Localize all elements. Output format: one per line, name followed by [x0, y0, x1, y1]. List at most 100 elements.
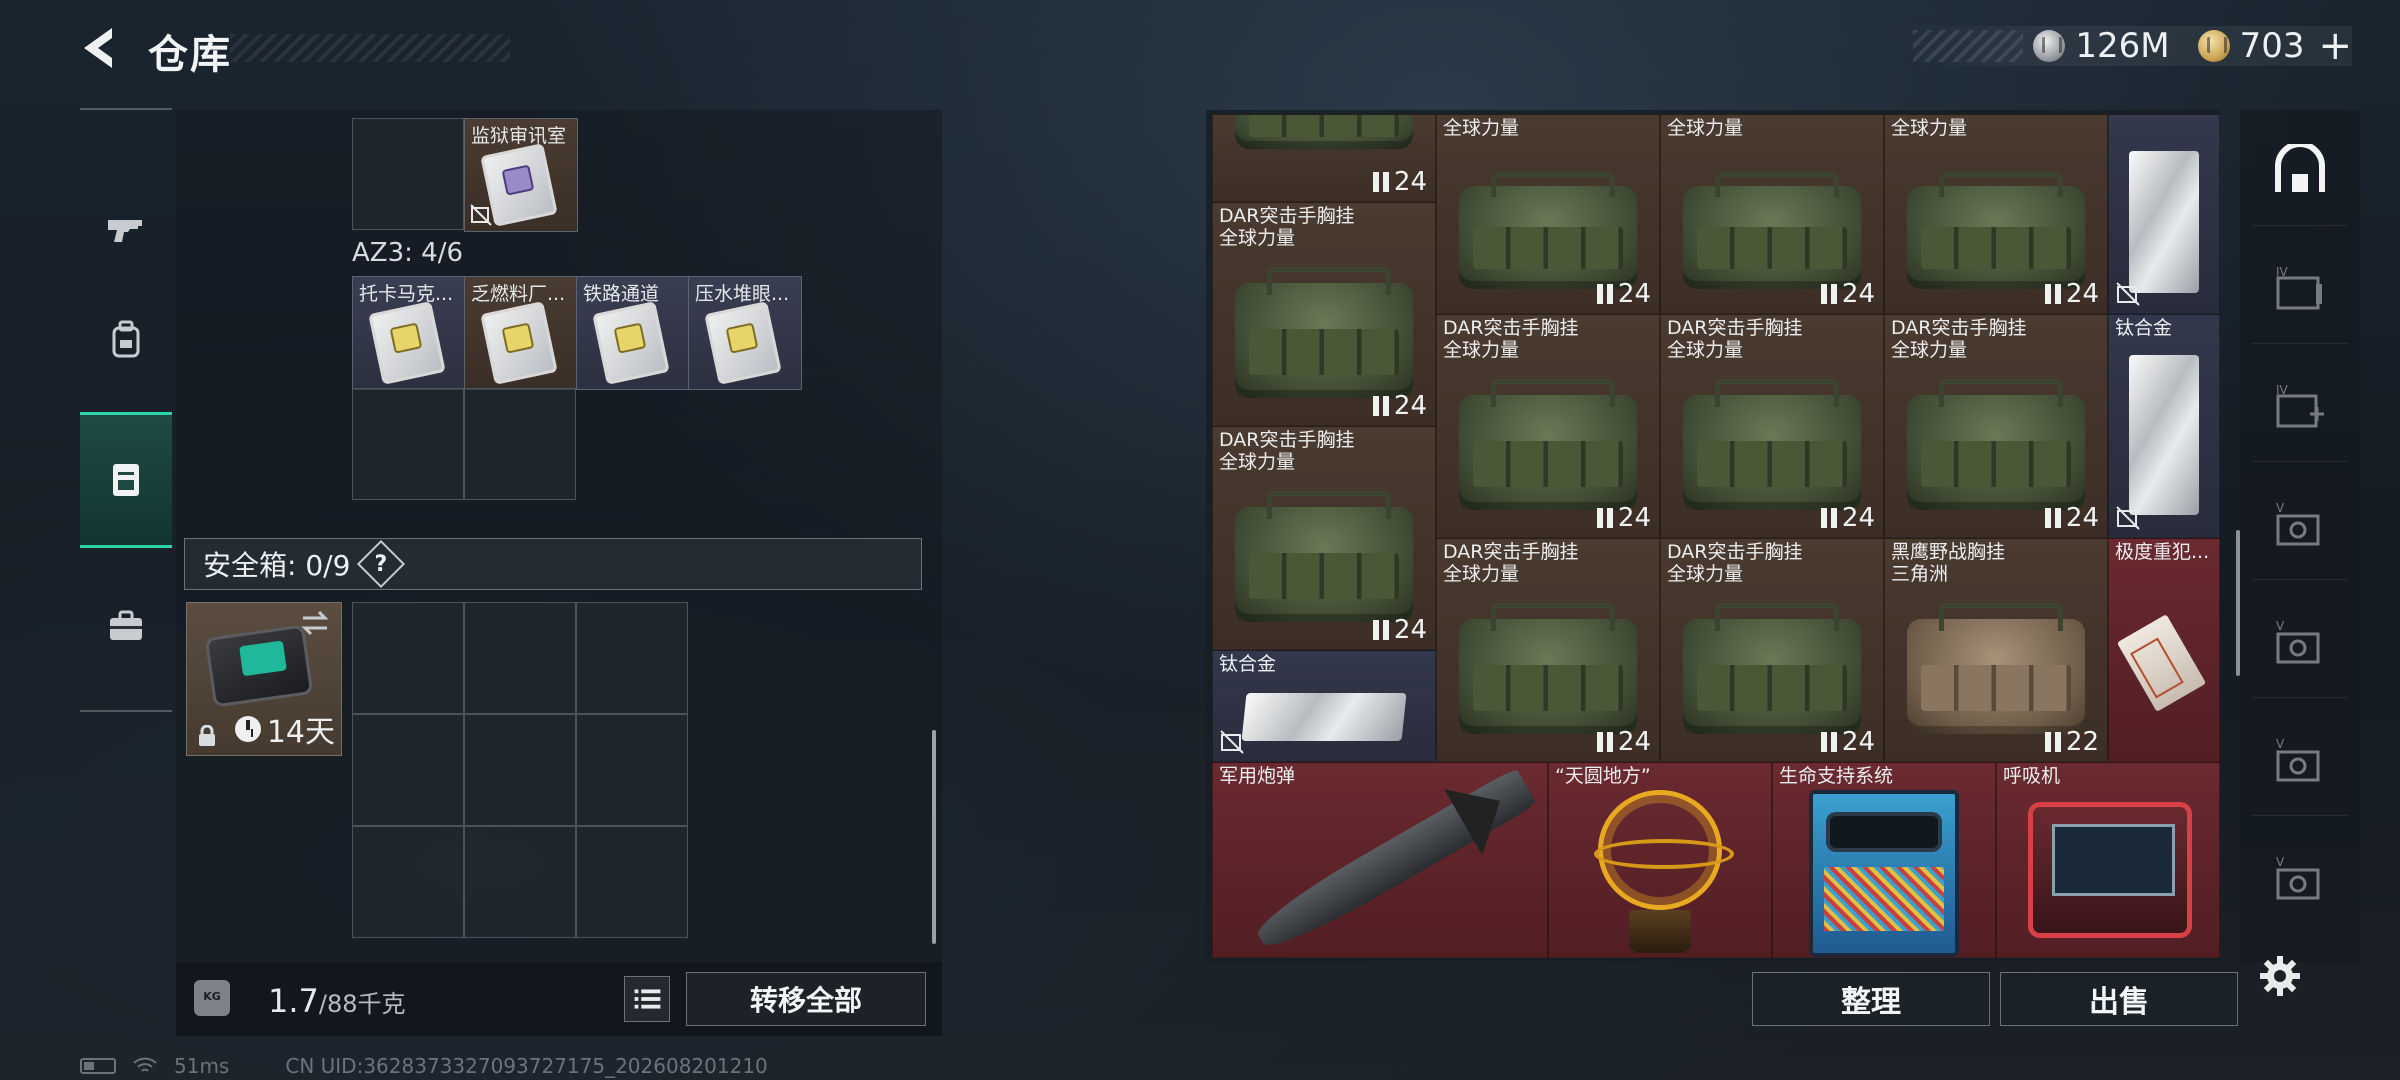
grid-slot[interactable] [352, 118, 464, 230]
life-support-image [1808, 790, 1960, 957]
left-nav [80, 108, 172, 712]
item-name: 全球力量 [1667, 117, 1744, 139]
title-decoration [230, 34, 510, 62]
keycard-slot-1[interactable]: 托卡马克... [352, 276, 466, 390]
item-cell[interactable]: DAR突击手胸挂 全球力量 24 [1436, 538, 1660, 762]
duration: 14天 [234, 707, 335, 751]
safe-grid-slot[interactable] [352, 714, 464, 826]
sell-button[interactable]: 出售 [2000, 972, 2238, 1026]
item-cell[interactable]: DAR突击手胸挂 全球力量 24 [1660, 538, 1884, 762]
grid-slot[interactable] [352, 388, 464, 500]
safe-grid-slot[interactable] [352, 602, 464, 714]
titanium-cell[interactable]: 钛合金 [1212, 650, 1436, 762]
grid-slot[interactable] [464, 388, 576, 500]
item-name: DAR突击手胸挂 全球力量 [1443, 317, 1579, 361]
item-cell[interactable]: 生命支持系统 [1772, 762, 1996, 958]
container-strip: IV IV V V V V [2240, 110, 2360, 962]
weight-max: /88千克 [318, 990, 406, 1018]
chest-rig-image [1459, 602, 1637, 735]
item-cell[interactable]: 24 [1212, 114, 1436, 202]
add-currency-button[interactable]: + [2318, 23, 2352, 69]
gear-icon[interactable] [2258, 954, 2302, 998]
help-button[interactable]: ? [357, 539, 406, 589]
item-name: 压水堆眼... [695, 283, 790, 305]
titanium-cell[interactable] [2108, 114, 2220, 314]
safe-grid-slot[interactable] [464, 826, 576, 938]
safe-grid-slot[interactable] [464, 714, 576, 826]
gold-coin-value: 703 [2239, 26, 2305, 66]
keycard-slot-4[interactable]: 压水堆眼... [688, 276, 802, 390]
list-view-button[interactable] [624, 976, 670, 1022]
item-cell[interactable]: 全球力量 24 [1884, 114, 2108, 314]
currency-decoration [1913, 30, 2024, 62]
item-count: 24 [2044, 279, 2099, 309]
no-insurance-icon [470, 204, 492, 226]
nav-backpack[interactable] [80, 272, 172, 408]
svg-text:V: V [2276, 737, 2285, 751]
strip-container-2[interactable]: IV [2252, 354, 2348, 462]
item-name: DAR突击手胸挂 全球力量 [1219, 429, 1355, 473]
item-cell[interactable]: 黑鹰野战胸挂 三角洲 22 [1884, 538, 2108, 762]
item-count: 24 [1596, 279, 1651, 309]
item-name: 极度重犯... [2115, 541, 2210, 563]
folder-iv-icon: IV [2276, 265, 2322, 309]
vest-icon [1596, 508, 1614, 528]
vest-icon [1820, 732, 1838, 752]
weight-current: 1.7 [268, 982, 319, 1020]
item-name: DAR突击手胸挂 全球力量 [1219, 205, 1355, 249]
strip-home[interactable] [2252, 118, 2348, 226]
backpack-icon [112, 320, 140, 358]
currency-bar: 126M 703 + [1913, 23, 2352, 69]
vest-icon [1372, 620, 1390, 640]
sort-button[interactable]: 整理 [1752, 972, 1990, 1026]
keycard-image [480, 301, 558, 385]
item-name: 钛合金 [2115, 317, 2173, 339]
uid-text: CN UID:3628373327093727175_202608201210 [285, 1054, 768, 1078]
vest-icon [1372, 396, 1390, 416]
item-cell[interactable]: DAR突击手胸挂 全球力量 24 [1436, 314, 1660, 538]
item-count: 24 [1820, 279, 1875, 309]
keycard-slot-2[interactable]: 乏燃料厂... [464, 276, 578, 390]
titanium-cell[interactable]: 钛合金 [2108, 314, 2220, 538]
safe-grid-slot[interactable] [576, 602, 688, 714]
strip-container-4[interactable]: V [2252, 590, 2348, 698]
safe-grid-slot[interactable] [576, 826, 688, 938]
item-cell[interactable]: DAR突击手胸挂 全球力量 24 [1884, 314, 2108, 538]
strip-container-1[interactable]: IV [2252, 236, 2348, 344]
keycard-image [368, 301, 446, 385]
svg-text:IV: IV [2276, 265, 2289, 279]
item-count: 24 [2044, 503, 2099, 533]
transfer-all-button[interactable]: 转移全部 [686, 972, 926, 1026]
item-name: 全球力量 [1891, 117, 1968, 139]
nav-equipment-case[interactable] [80, 558, 172, 694]
no-insurance-icon [2116, 506, 2140, 530]
item-cell[interactable]: DAR突击手胸挂 全球力量 24 [1212, 202, 1436, 426]
keycard-slot[interactable]: 监狱审讯室 [464, 118, 578, 232]
strip-container-3[interactable]: V [2252, 472, 2348, 580]
strip-container-6[interactable]: V [2252, 826, 2348, 934]
item-cell[interactable]: 军用炮弹 [1212, 762, 1548, 958]
vest-icon [1596, 732, 1614, 752]
item-cell[interactable]: “天圆地方” [1548, 762, 1772, 958]
item-cell[interactable]: 全球力量 24 [1660, 114, 1884, 314]
safe-grid-slot[interactable] [464, 602, 576, 714]
strip-container-5[interactable]: V [2252, 708, 2348, 816]
document-cell[interactable]: 极度重犯... [2108, 538, 2220, 762]
wifi-icon [133, 1057, 157, 1072]
safe-grid-slot[interactable] [352, 826, 464, 938]
back-arrow-icon[interactable] [78, 24, 126, 72]
nav-storage[interactable] [80, 412, 172, 548]
safe-box-item[interactable]: 14天 [186, 602, 342, 756]
item-cell[interactable]: DAR突击手胸挂 全球力量 24 [1212, 426, 1436, 650]
item-name: 军用炮弹 [1219, 765, 1296, 787]
left-scrollbar[interactable] [932, 730, 936, 944]
item-count: 24 [1596, 503, 1651, 533]
status-bar: 51ms CN UID:3628373327093727175_20260820… [80, 1054, 768, 1078]
item-cell[interactable]: 呼吸机 [1996, 762, 2220, 958]
item-cell[interactable]: DAR突击手胸挂 全球力量 24 [1660, 314, 1884, 538]
safe-grid-slot[interactable] [576, 714, 688, 826]
swap-icon[interactable] [299, 609, 331, 637]
keycard-slot-3[interactable]: 铁路通道 [576, 276, 690, 390]
weight-value: 1.7/88千克 [268, 982, 406, 1020]
item-cell[interactable]: 全球力量 24 [1436, 114, 1660, 314]
